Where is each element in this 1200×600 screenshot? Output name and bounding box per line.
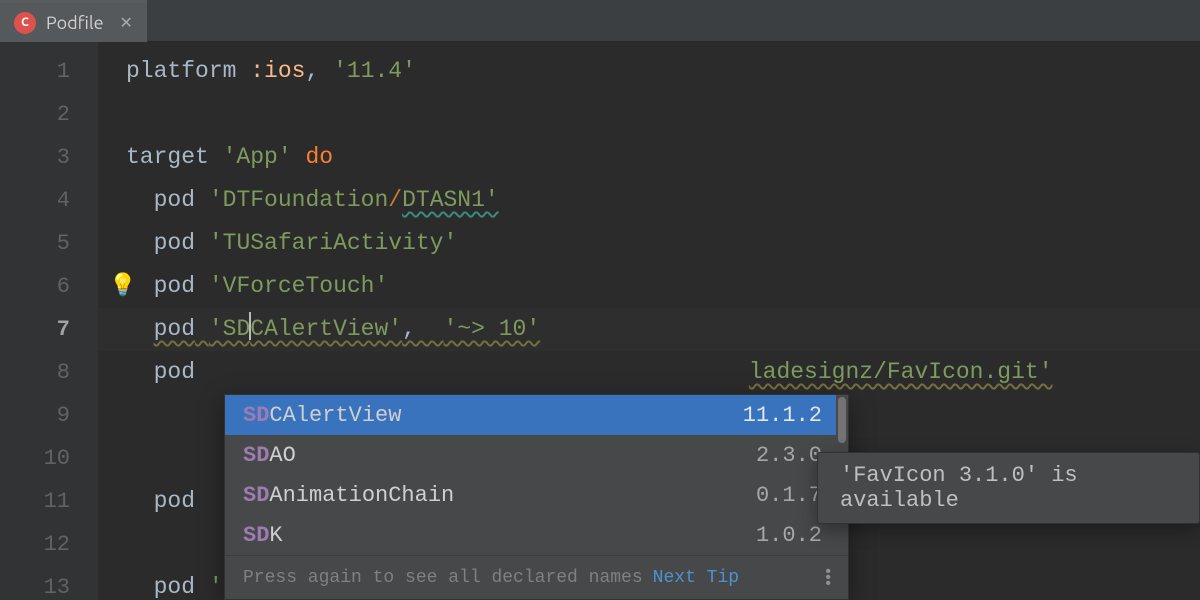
code-line: pod ladesignz/FavIcon.git' — [98, 351, 1200, 394]
code-line — [98, 93, 1200, 136]
gutter: 12345678910111213 — [0, 42, 98, 600]
cocoapods-icon: C — [14, 12, 36, 34]
code-line: pod 'SDCAlertView', '~> 10' — [98, 308, 1200, 351]
line-number: 4 — [0, 179, 98, 222]
line-number: 1 — [0, 50, 98, 93]
line-number: 13 — [0, 566, 98, 600]
code-line: target 'App' do — [98, 136, 1200, 179]
line-number: 6 — [0, 265, 98, 308]
completion-list: SDCAlertView11.1.2SDAO2.3.0SDAnimationCh… — [225, 395, 848, 555]
line-number: 10 — [0, 437, 98, 480]
editor: 12345678910111213 💡 platform :ios, '11.4… — [0, 42, 1200, 600]
completion-item[interactable]: SDAnimationChain0.1.7 — [225, 475, 848, 515]
code-line: pod 'DTFoundation/DTASN1' — [98, 179, 1200, 222]
inspection-tooltip: 'FavIcon 3.1.0' is available — [817, 452, 1200, 524]
more-icon[interactable]: ••• — [823, 569, 834, 587]
line-number: 3 — [0, 136, 98, 179]
line-number: 2 — [0, 93, 98, 136]
line-number: 8 — [0, 351, 98, 394]
completion-item[interactable]: SDAO2.3.0 — [225, 435, 848, 475]
completion-footer: Press again to see all declared names Ne… — [225, 555, 848, 599]
completion-hint: Press again to see all declared names — [243, 568, 643, 588]
line-number: 12 — [0, 523, 98, 566]
completion-item[interactable]: SDCAlertView11.1.2 — [225, 395, 848, 435]
line-number: 11 — [0, 480, 98, 523]
code-line: pod 'VForceTouch' — [98, 265, 1200, 308]
intention-bulb-icon[interactable]: 💡 — [109, 273, 136, 299]
code-line: pod 'TUSafariActivity' — [98, 222, 1200, 265]
completion-popup: SDCAlertView11.1.2SDAO2.3.0SDAnimationCh… — [224, 394, 849, 600]
next-tip-link[interactable]: Next Tip — [653, 568, 739, 588]
close-icon[interactable]: ✕ — [120, 13, 133, 32]
completion-item[interactable]: SDK1.0.2 — [225, 515, 848, 555]
editor-tab[interactable]: C Podfile ✕ — [0, 0, 147, 42]
editor-tab-bar: C Podfile ✕ — [0, 0, 1200, 42]
line-number: 9 — [0, 394, 98, 437]
line-number: 7 — [0, 308, 98, 351]
tab-title: Podfile — [46, 13, 104, 33]
line-number: 5 — [0, 222, 98, 265]
code-line: platform :ios, '11.4' — [98, 50, 1200, 93]
